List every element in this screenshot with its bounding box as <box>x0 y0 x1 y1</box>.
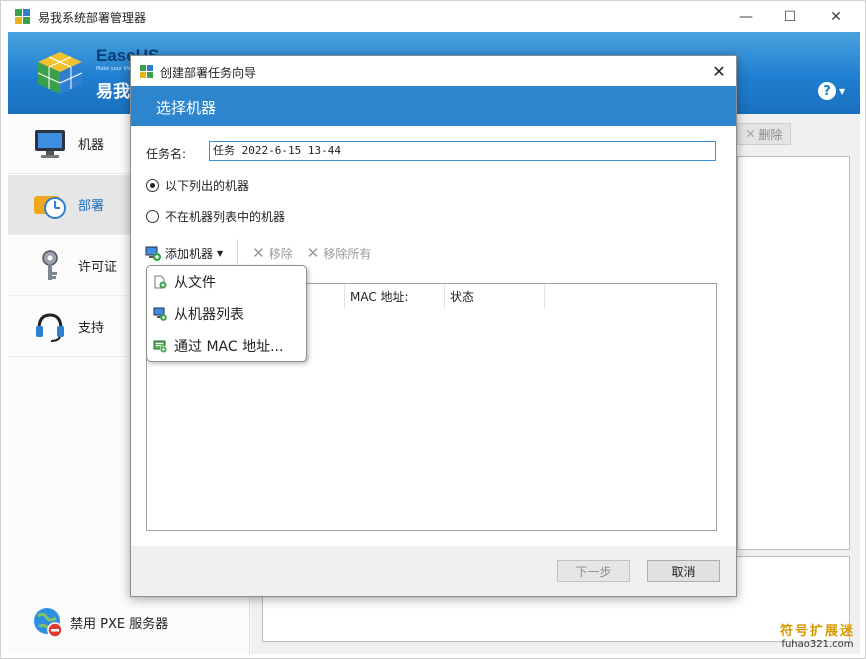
app-logo-icon <box>140 65 153 78</box>
cancel-button[interactable]: 取消 <box>647 560 720 582</box>
globe-disable-icon <box>32 606 64 638</box>
remove-all-label: 移除所有 <box>323 246 372 261</box>
chevron-down-icon: ▼ <box>217 248 224 258</box>
remove-label: 移除 <box>268 246 293 261</box>
add-machine-icon <box>145 246 161 261</box>
window-title: 易我系统部署管理器 <box>38 11 147 25</box>
step-title: 选择机器 <box>156 99 217 117</box>
watermark-line1: 符号扩展迷 <box>779 624 855 639</box>
headset-icon <box>32 309 68 345</box>
disable-pxe-label: 禁用 PXE 服务器 <box>70 616 169 632</box>
close-icon: ✕ <box>712 61 726 81</box>
dialog-step-header: 选择机器 <box>131 86 736 126</box>
column-header-status[interactable]: 状态 <box>445 284 545 309</box>
minimize-button[interactable]: — <box>723 1 769 32</box>
sidebar-item-label: 部署 <box>78 199 105 214</box>
key-icon <box>32 248 68 284</box>
watermark-line2: fuhao321.com <box>781 639 854 650</box>
main-titlebar: 易我系统部署管理器 — ☐ ✕ <box>1 1 865 32</box>
remove-x-icon: ✕ <box>252 244 265 262</box>
sidebar-item-label: 机器 <box>78 138 105 153</box>
close-button[interactable]: ✕ <box>813 1 859 32</box>
chevron-down-icon: ▼ <box>839 86 846 96</box>
remove-button[interactable]: ✕ 移除 <box>252 244 293 262</box>
help-menu-button[interactable]: ? ▼ <box>818 80 850 102</box>
menu-item-label: 通过 MAC 地址... <box>174 339 284 355</box>
remove-all-button[interactable]: ✕ 移除所有 <box>307 244 372 262</box>
task-name-input[interactable]: 任务 2022-6-15 13-44 <box>209 141 716 161</box>
radio-unlisted-label: 不在机器列表中的机器 <box>165 210 286 224</box>
column-header-mac[interactable]: MAC 地址: <box>345 284 445 309</box>
deploy-icon <box>32 187 68 223</box>
radio-listed-machines[interactable]: 以下列出的机器 <box>146 177 249 194</box>
radio-listed-label: 以下列出的机器 <box>165 179 250 193</box>
add-machine-dropdown-menu: 从文件 从机器列表 通过 MAC 地址... <box>146 265 307 362</box>
menu-item-by-mac-address[interactable]: 通过 MAC 地址... <box>153 333 283 359</box>
add-machine-label: 添加机器 <box>165 246 214 261</box>
watermark: 符号扩展迷 fuhao321.com <box>780 620 855 650</box>
dialog-close-button[interactable]: ✕ <box>706 59 732 83</box>
dialog-title: 创建部署任务向导 <box>160 66 257 80</box>
menu-item-label: 从文件 <box>174 275 216 291</box>
monitor-icon <box>32 126 68 162</box>
delete-x-icon: ✕ <box>745 127 756 141</box>
menu-item-label: 从机器列表 <box>174 307 244 323</box>
easeus-cube-icon <box>37 52 83 94</box>
machine-list-add-icon <box>153 307 167 321</box>
disable-pxe-server-button[interactable]: 禁用 PXE 服务器 <box>8 602 250 642</box>
next-button[interactable]: 下一步 <box>557 560 630 582</box>
delete-button[interactable]: ✕ 删除 <box>737 123 791 145</box>
task-name-value: 任务 2022-6-15 13-44 <box>213 144 341 157</box>
maximize-button[interactable]: ☐ <box>767 1 813 32</box>
brand-name-cn: 易我 <box>96 82 130 102</box>
dialog-footer: 下一步 取消 <box>131 546 736 596</box>
machine-toolbar: 添加机器 ▼ ✕ 移除 ✕ 移除所有 <box>145 239 385 267</box>
toolbar-divider <box>237 239 239 267</box>
dialog-titlebar: 创建部署任务向导 ✕ <box>131 56 736 86</box>
remove-all-x-icon: ✕ <box>306 244 320 262</box>
radio-button-unchecked[interactable] <box>146 210 159 223</box>
radio-unlisted-machines[interactable]: 不在机器列表中的机器 <box>146 208 285 225</box>
file-add-icon <box>154 275 167 289</box>
menu-item-from-machine-list[interactable]: 从机器列表 <box>153 301 244 327</box>
add-machine-button[interactable]: 添加机器 ▼ <box>145 245 223 262</box>
menu-item-from-file[interactable]: 从文件 <box>153 269 216 295</box>
task-name-label: 任务名: <box>146 147 187 161</box>
question-icon: ? <box>818 82 836 100</box>
radio-button-checked[interactable] <box>146 179 159 192</box>
delete-label: 删除 <box>758 127 783 142</box>
sidebar-item-label: 许可证 <box>78 260 118 275</box>
task-list-panel <box>737 156 850 550</box>
app-logo-icon <box>15 9 30 24</box>
mac-address-add-icon <box>153 340 167 353</box>
sidebar-item-label: 支持 <box>78 321 105 336</box>
